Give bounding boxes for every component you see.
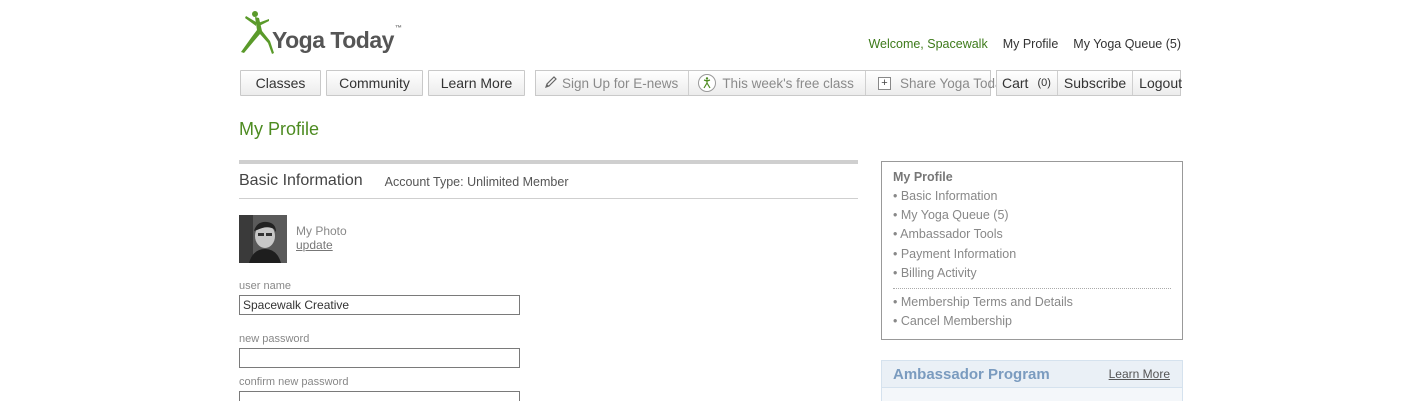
page-title: My Profile xyxy=(239,119,320,139)
sidebar-item-ambassador-tools[interactable]: • Ambassador Tools xyxy=(893,225,1171,244)
username-label: user name xyxy=(239,280,291,292)
welcome-text: Welcome, Spacewalk xyxy=(868,37,988,51)
new-password-field[interactable] xyxy=(239,348,520,368)
cart-label: Cart xyxy=(1002,75,1029,91)
ambassador-header: Ambassador Program Learn More xyxy=(882,361,1182,388)
confirm-password-field[interactable] xyxy=(239,391,520,401)
basic-info-section: Basic Information Account Type: Unlimite… xyxy=(239,160,858,401)
share-label: Share Yoga Today xyxy=(899,75,1010,91)
classes-button[interactable]: Classes xyxy=(240,70,321,96)
free-class-link[interactable]: This week's free class xyxy=(689,71,866,95)
sidebar-item-yoga-queue[interactable]: • My Yoga Queue (5) xyxy=(893,206,1171,225)
promo-toolbar: Sign Up for E-news This week's free clas… xyxy=(535,70,1009,96)
yoga-figure-logo-icon xyxy=(241,11,274,54)
yoga-queue-link[interactable]: My Yoga Queue (5) xyxy=(1073,37,1181,51)
confirm-password-label: confirm new password xyxy=(239,376,349,388)
logout-link[interactable]: Logout xyxy=(1133,71,1188,95)
photo-row: My Photo update xyxy=(239,215,347,263)
community-button[interactable]: Community xyxy=(326,70,423,96)
account-type: Account Type: Unlimited Member xyxy=(384,175,569,189)
photo-label: My Photo xyxy=(296,224,347,238)
ambassador-title: Ambassador Program xyxy=(893,365,1050,383)
subscribe-link[interactable]: Subscribe xyxy=(1058,71,1134,95)
sidebar-heading: My Profile xyxy=(893,170,953,184)
ambassador-learn-more-link[interactable]: Learn More xyxy=(1109,367,1170,381)
cart-count: (0) xyxy=(1037,77,1051,89)
avatar xyxy=(239,215,287,263)
new-password-label: new password xyxy=(239,333,310,345)
sidebar-item-membership-terms[interactable]: • Membership Terms and Details xyxy=(893,293,1171,312)
pencil-icon xyxy=(544,75,558,92)
my-profile-link[interactable]: My Profile xyxy=(1003,37,1059,51)
logo-text: Yoga Today™ xyxy=(272,25,402,53)
learn-more-button[interactable]: Learn More xyxy=(428,70,525,96)
sidebar-divider xyxy=(893,287,1171,289)
sidebar-item-billing-activity[interactable]: • Billing Activity xyxy=(893,264,1171,283)
photo-labels: My Photo update xyxy=(296,224,347,263)
sidebar-item-cancel-membership[interactable]: • Cancel Membership xyxy=(893,312,1171,331)
section-header: Basic Information Account Type: Unlimite… xyxy=(239,164,858,199)
free-class-label: This week's free class xyxy=(722,75,854,91)
section-title: Basic Information xyxy=(239,172,363,189)
profile-sidebar: My Profile • Basic Information • My Yoga… xyxy=(881,161,1183,340)
sidebar-item-payment-information[interactable]: • Payment Information xyxy=(893,245,1171,264)
ambassador-panel: Ambassador Program Learn More xyxy=(881,360,1183,401)
signup-enews-label: Sign Up for E-news xyxy=(562,75,679,91)
account-toolbar: Cart (0) Subscribe Logout xyxy=(996,70,1182,96)
sidebar-item-basic-information[interactable]: • Basic Information xyxy=(893,187,1171,206)
top-links: Welcome, Spacewalk My Profile My Yoga Qu… xyxy=(868,37,1181,51)
yoga-figure-circle-icon xyxy=(698,74,717,92)
photo-update-link[interactable]: update xyxy=(296,238,347,252)
cart-link[interactable]: Cart (0) xyxy=(997,71,1058,95)
logo[interactable]: Yoga Today™ xyxy=(238,10,402,56)
signup-enews-link[interactable]: Sign Up for E-news xyxy=(536,71,690,95)
username-field[interactable] xyxy=(239,295,520,315)
plus-box-icon: + xyxy=(877,76,891,90)
